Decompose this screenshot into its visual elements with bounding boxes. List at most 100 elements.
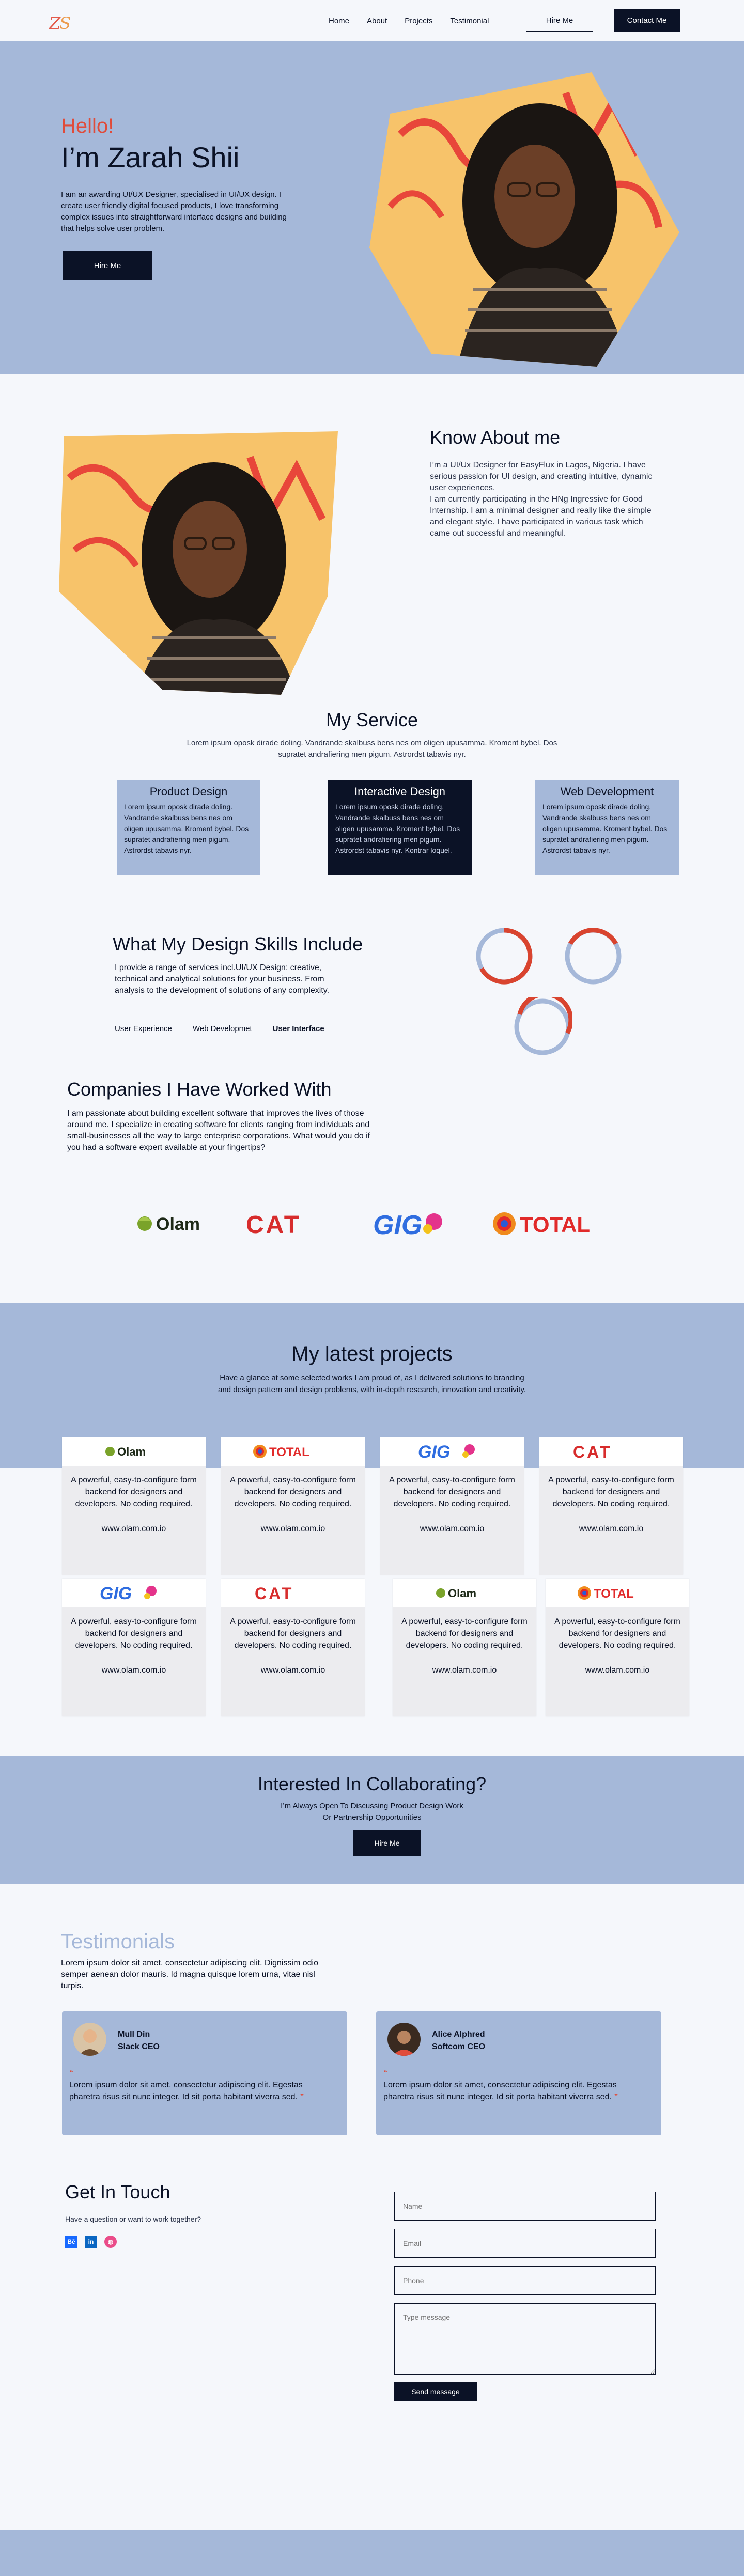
project-card-text: A powerful, easy-to-configure form backe… (71, 1476, 197, 1508)
hero-intro: I am an awarding UI/UX Designer, special… (61, 190, 287, 233)
project-card-logo: GIG (380, 1437, 524, 1466)
project-card-link[interactable]: www.olam.com.io (221, 1666, 365, 1675)
contact-title: Get In Touch (65, 2181, 171, 2203)
skill-tab-user-interface[interactable]: User Interface (273, 1024, 324, 1033)
about-paragraph-1: I’m a UI/Ux Designer for EasyFlux in Lag… (430, 461, 653, 492)
olam-logo: Olam (137, 1214, 200, 1234)
behance-icon[interactable]: Bē (65, 2236, 78, 2248)
nav-link-testimonial[interactable]: Testimonial (450, 17, 489, 25)
project-card-link[interactable]: www.olam.com.io (62, 1524, 206, 1534)
project-card-link[interactable]: www.olam.com.io (380, 1524, 524, 1534)
footer (0, 2530, 744, 2576)
olam-logo-text: Olam (156, 1214, 200, 1234)
skill-tab-web-development[interactable]: Web Developmet (193, 1024, 252, 1033)
project-logo-text: GIG (100, 1584, 132, 1603)
hero-hire-button[interactable]: Hire Me (63, 251, 152, 280)
project-card[interactable]: CAT A powerful, easy-to-configure form ba… (539, 1437, 683, 1575)
hero-section: Hello! I’m Zarah Shii I am an awarding U… (0, 41, 744, 374)
service-card-text: Lorem ipsum oposk dirade doling. Vandran… (335, 803, 460, 854)
testimonial-name: Mull Din (118, 2030, 150, 2039)
phone-field[interactable] (394, 2266, 656, 2295)
project-card-text: A powerful, easy-to-configure form backe… (401, 1617, 528, 1650)
avatar (388, 2023, 421, 2056)
nav-links: Home About Projects Testimonial (329, 17, 489, 25)
testimonials-subtitle: Lorem ipsum dolor sit amet, consectetur … (61, 1959, 318, 1990)
projects-subtitle: Have a glance at some selected works I a… (218, 1373, 526, 1394)
project-card-logo: Olam (393, 1579, 536, 1607)
services-subtitle: Lorem ipsum oposk dirade doling. Vandran… (187, 739, 557, 759)
service-card-web-development[interactable]: Web Development Lorem ipsum oposk dirade… (535, 780, 679, 875)
project-card[interactable]: CAT A powerful, easy-to-configure form ba… (221, 1579, 365, 1716)
cat-logo: CAT (255, 1584, 293, 1603)
about-title: Know About me (430, 427, 561, 448)
total-logo-text: TOTAL (520, 1212, 590, 1237)
skill-tab-user-experience[interactable]: User Experience (115, 1024, 172, 1033)
collab-line-2: Or Partnership Opportunities (322, 1813, 422, 1822)
collab-hire-button[interactable]: Hire Me (353, 1830, 421, 1856)
project-logo-text: Olam (117, 1445, 146, 1458)
project-card[interactable]: GIG A powerful, easy-to-configure form ba… (380, 1437, 524, 1575)
project-card[interactable]: TOTAL A powerful, easy-to-configure form … (221, 1437, 365, 1575)
service-card-interactive-design[interactable]: Interactive Design Lorem ipsum oposk dir… (328, 780, 472, 875)
service-card-product-design[interactable]: Product Design Lorem ipsum oposk dirade … (117, 780, 260, 875)
email-field[interactable] (394, 2229, 656, 2258)
dribbble-icon[interactable]: ◍ (104, 2236, 117, 2248)
project-card-link[interactable]: www.olam.com.io (221, 1524, 365, 1534)
testimonial-quote: “ Lorem ipsum dolor sit amet, consectetur… (383, 2067, 642, 2103)
total-logo: TOTAL (493, 1212, 590, 1237)
testimonial-card: Alice Alphred Softcom CEO “ Lorem ipsum d… (376, 2011, 661, 2135)
olam-logo: Olam (105, 1445, 146, 1458)
nav-link-projects[interactable]: Projects (405, 17, 432, 25)
testimonial-quote: “ Lorem ipsum dolor sit amet, consectetur… (69, 2067, 328, 2103)
project-card-text: A powerful, easy-to-configure form backe… (230, 1617, 356, 1650)
project-card-link[interactable]: www.olam.com.io (539, 1524, 683, 1534)
cat-logo: CAT (573, 1443, 610, 1461)
project-logo-text: GIG (418, 1442, 450, 1462)
service-card-text: Lorem ipsum oposk dirade doling. Vandran… (542, 803, 668, 854)
project-card-link[interactable]: www.olam.com.io (393, 1666, 536, 1675)
skill-progress-ring (565, 928, 622, 985)
project-card[interactable]: Olam A powerful, easy-to-configure form b… (62, 1437, 206, 1575)
nav-link-about[interactable]: About (367, 17, 387, 25)
companies-title: Companies I Have Worked With (67, 1079, 332, 1100)
total-logo: TOTAL (253, 1445, 309, 1459)
about-paragraph-2: I am currently participating in the HNg … (430, 495, 652, 538)
nav-hire-button[interactable]: Hire Me (526, 9, 593, 32)
project-card[interactable]: Olam A powerful, easy-to-configure form b… (393, 1579, 536, 1716)
linkedin-icon[interactable]: in (85, 2236, 97, 2248)
project-card-link[interactable]: www.olam.com.io (62, 1666, 206, 1675)
skill-progress-ring (476, 928, 533, 985)
total-logo: TOTAL (578, 1586, 634, 1601)
gig-logo-text: GIG (373, 1210, 422, 1240)
message-field[interactable] (394, 2303, 656, 2375)
olam-logo: Olam (436, 1587, 476, 1600)
top-nav: ZS Home About Projects Testimonial Hire … (0, 0, 744, 41)
project-card-logo: Olam (62, 1437, 206, 1466)
collab-line-1: I’m Always Open To Discussing Product De… (281, 1802, 463, 1810)
skills-title: What My Design Skills Include (113, 933, 363, 955)
quote-open-icon: “ (383, 2069, 388, 2078)
cat-logo: CAT (246, 1211, 301, 1239)
projects-title: My latest projects (291, 1342, 453, 1365)
project-card-logo: TOTAL (221, 1437, 365, 1466)
about-portrait-image (59, 431, 338, 695)
name-field[interactable] (394, 2192, 656, 2221)
skills-text: I provide a range of services incl.UI/UX… (115, 963, 330, 995)
send-message-button[interactable]: Send message (394, 2382, 477, 2401)
site-logo[interactable]: ZS (49, 13, 71, 33)
nav-link-home[interactable]: Home (329, 17, 349, 25)
project-card[interactable]: TOTAL A powerful, easy-to-configure form … (546, 1579, 689, 1716)
project-card-link[interactable]: www.olam.com.io (546, 1666, 689, 1675)
quote-close-icon: ” (614, 2093, 618, 2101)
about-text: I’m a UI/Ux Designer for EasyFlux in Lag… (430, 460, 662, 539)
cat-logo-text: CAT (246, 1211, 301, 1239)
testimonial-quote-text: Lorem ipsum dolor sit amet, consectetur … (383, 2081, 617, 2101)
project-card[interactable]: GIG A powerful, easy-to-configure form ba… (62, 1579, 206, 1716)
avatar (73, 2023, 106, 2056)
project-card-logo: TOTAL (546, 1579, 689, 1607)
project-logo-text: CAT (255, 1584, 293, 1603)
nav-contact-button[interactable]: Contact Me (614, 9, 680, 32)
testimonial-role: Softcom CEO (432, 2042, 486, 2051)
project-card-logo: CAT (221, 1579, 365, 1607)
testimonial-quote-text: Lorem ipsum dolor sit amet, consectetur … (69, 2081, 303, 2101)
